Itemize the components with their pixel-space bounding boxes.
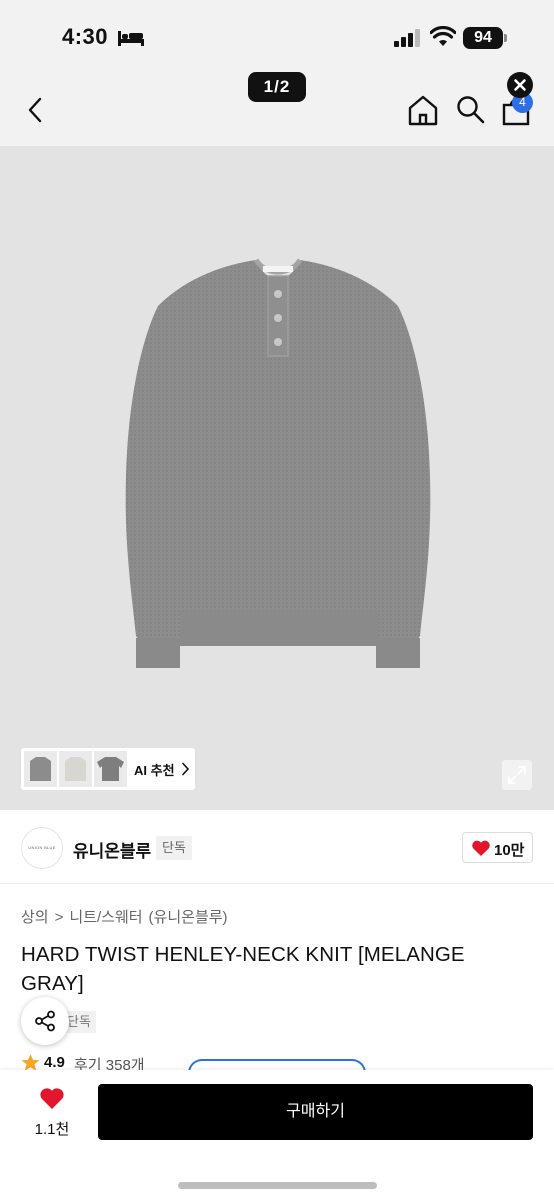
breadcrumb-item[interactable]: 상의 — [21, 909, 49, 926]
buy-button[interactable]: 구매하기 — [98, 1084, 533, 1140]
wifi-icon — [430, 26, 456, 46]
share-button[interactable] — [21, 997, 69, 1045]
nav-bar: 1/2 4 — [0, 70, 554, 146]
home-indicator — [178, 1182, 377, 1189]
share-icon — [35, 1010, 55, 1032]
heart-icon — [472, 840, 490, 856]
image-page-counter: 1/2 — [248, 72, 306, 102]
status-time: 4:30 — [62, 24, 109, 49]
bed-icon — [118, 31, 144, 46]
search-icon[interactable] — [455, 94, 485, 124]
signal-icon — [394, 29, 420, 47]
battery-icon: 94 — [463, 27, 503, 49]
recommendation-thumb[interactable] — [94, 751, 127, 787]
product-image — [125, 258, 431, 668]
chevron-right-icon — [182, 762, 190, 776]
home-icon[interactable] — [407, 94, 439, 126]
close-icon[interactable] — [507, 72, 533, 98]
ai-recommendation-button[interactable]: AI 추천 — [21, 748, 195, 790]
brand-name[interactable]: 유니온블루 — [73, 837, 151, 862]
expand-icon[interactable] — [502, 760, 532, 790]
exclusive-badge: 단독 — [156, 836, 192, 860]
product-title: HARD TWIST HENLEY-NECK KNIT [MELANGE GRA… — [21, 943, 465, 995]
ai-recommendation-label: AI 추천 — [134, 763, 175, 778]
wishlist-count: 1.1천 — [34, 1121, 70, 1138]
rating-value: 4.9 — [44, 1054, 65, 1071]
battery-tip — [504, 34, 507, 42]
recommendation-thumb[interactable] — [59, 751, 92, 787]
brand-logo[interactable]: UNION BLUE — [21, 827, 63, 869]
breadcrumb-item[interactable]: (유니온블루) — [149, 909, 228, 926]
bottom-action-bar: 1.1천 구매하기 — [0, 1070, 554, 1200]
brand-like-count: 10만 — [494, 842, 525, 859]
breadcrumb: 상의 > 니트/스웨터 (유니온블루) — [21, 906, 234, 927]
product-image-carousel[interactable]: AI 추천 — [0, 146, 554, 810]
brand-like-button[interactable]: 10만 — [462, 832, 533, 863]
brand-row[interactable]: UNION BLUE 유니온블루 단독 10만 — [0, 810, 554, 884]
wishlist-button[interactable]: 1.1천 — [28, 1086, 76, 1146]
product-page: 4:30 94 1/2 4 AI 추천 UNION BLUE 유니온블루 단독 … — [0, 0, 554, 1200]
status-bar: 4:30 94 — [0, 0, 554, 70]
breadcrumb-item[interactable]: 니트/스웨터 — [69, 909, 142, 926]
recommendation-thumb[interactable] — [24, 751, 57, 787]
heart-icon — [40, 1088, 64, 1109]
chevron-left-icon[interactable] — [24, 96, 48, 124]
breadcrumb-separator: > — [54, 909, 64, 926]
